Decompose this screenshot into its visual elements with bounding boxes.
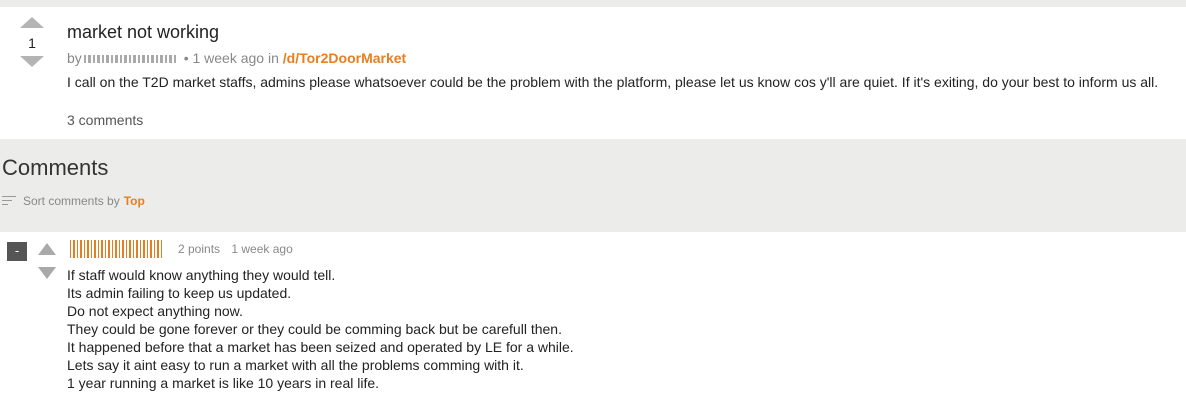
comment-line: If staff would know anything they would …: [67, 267, 336, 283]
comment-body: If staff would know anything they would …: [67, 266, 574, 392]
post-body: I call on the T2D market staffs, admins …: [67, 74, 1159, 90]
comment-points: 2 points: [178, 242, 221, 256]
in-label: in: [267, 50, 279, 66]
comment-line: 1 year running a market is like 10 years…: [67, 375, 380, 391]
post-meta: by • 1 week ago in /d/Tor2DoorMarket: [67, 50, 406, 66]
by-label: by: [67, 50, 82, 66]
comment-meta: 2 points 1 week ago: [178, 242, 293, 256]
comment-line: They could be gone forever or they could…: [67, 321, 562, 337]
comment-age: 1 week ago: [231, 242, 293, 256]
upvote-icon[interactable]: [20, 17, 44, 28]
comment-line: Do not expect anything now.: [67, 303, 243, 319]
post-vote-box: 1: [20, 17, 44, 67]
sort-label: Sort comments by: [23, 194, 120, 208]
upvote-icon[interactable]: [38, 243, 56, 255]
sort-row: Sort comments by Top: [2, 194, 145, 208]
sort-icon: [2, 195, 16, 207]
sort-dropdown[interactable]: Top: [124, 194, 145, 208]
comments-heading: Comments: [2, 155, 109, 180]
comments-link[interactable]: 3 comments: [67, 112, 143, 128]
collapse-button[interactable]: -: [7, 242, 27, 261]
comment: - 2 points 1 week ago If staff would kno…: [0, 232, 1186, 401]
comment-line: Lets say it aint easy to run a market wi…: [67, 357, 524, 373]
post-title[interactable]: market not working: [67, 22, 219, 43]
post-card: 1 market not working by • 1 week ago in …: [2, 7, 1186, 139]
comment-vote-box: [38, 243, 56, 279]
top-bar: [0, 0, 1186, 7]
post-score: 1: [28, 35, 36, 51]
redacted-comment-author[interactable]: [70, 240, 162, 258]
downvote-icon[interactable]: [20, 56, 44, 67]
post-age: • 1 week ago: [183, 50, 265, 66]
subforum-link[interactable]: /d/Tor2DoorMarket: [283, 50, 406, 66]
comment-line: It happened before that a market has bee…: [67, 339, 574, 355]
redacted-author[interactable]: [83, 55, 176, 64]
comments-header-section: Comments Sort comments by Top: [0, 139, 1186, 232]
downvote-icon[interactable]: [38, 267, 56, 279]
comment-line: Its admin failing to keep us updated.: [67, 285, 292, 301]
